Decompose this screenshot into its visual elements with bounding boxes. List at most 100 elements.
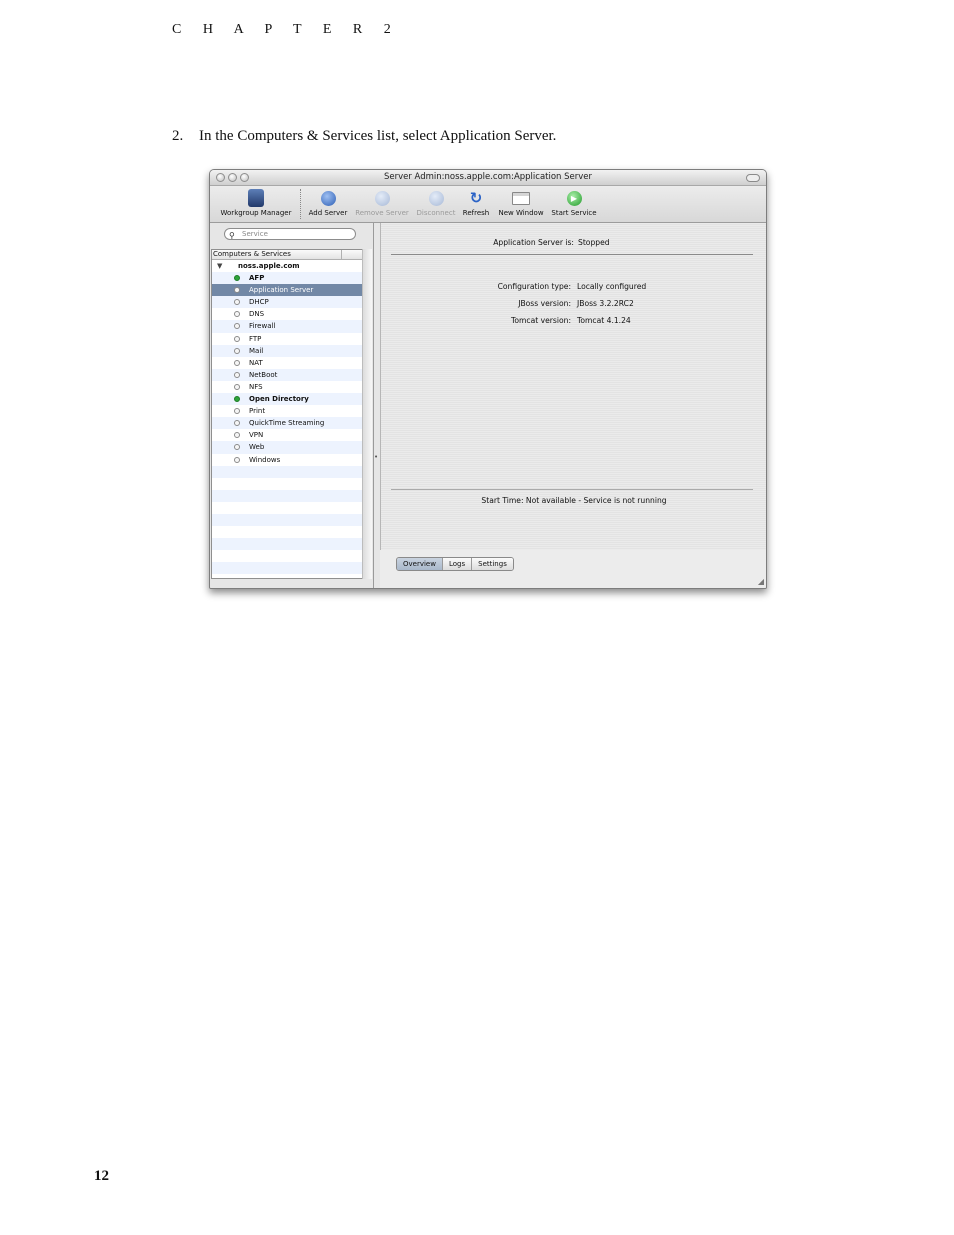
remove-server-icon [374,191,390,206]
list-item-open-directory[interactable]: Open Directory [212,393,362,406]
status-stopped-icon [234,420,240,427]
computers-services-list[interactable]: Computers & Services ▼ noss.apple.com AF… [211,249,363,579]
status-stopped-icon [234,287,240,294]
list-empty-row [212,562,362,575]
toolbar-separator [300,189,301,219]
divider [391,254,753,255]
status-stopped-icon [234,359,240,366]
workgroup-manager-button[interactable]: Workgroup Manager [216,189,296,217]
list-empty-row [212,513,362,527]
disclosure-triangle-icon[interactable]: ▼ [217,260,222,272]
chapter-heading: C H A P T E R 2 [172,22,400,37]
toolbar-label: New Window [498,209,544,217]
search-placeholder: Service [242,230,268,238]
list-item-vpn[interactable]: VPN [212,429,362,441]
start-time-label: Start Time: [481,496,524,505]
toolbar-label: Refresh [462,209,490,217]
toolbar-label: Workgroup Manager [220,209,292,217]
list-item-firewall[interactable]: Firewall [212,320,362,333]
step-number: 2. [172,128,184,144]
view-tabs: Overview Logs Settings [396,557,514,571]
sidebar: ⚲ Service Computers & Services ▼ noss.ap… [210,223,378,588]
resize-handle-icon[interactable]: ◢ [758,577,764,586]
tomcat-value: Tomcat 4.1.24 [577,316,631,325]
start-service-icon: ▶ [566,191,582,206]
service-search-input[interactable]: ⚲ Service [224,228,356,240]
start-time-row: Start Time: Not available - Service is n… [381,496,766,505]
list-item-nat[interactable]: NAT [212,357,362,369]
status-stopped-icon [234,371,240,378]
status-stopped-icon [234,335,240,342]
status-stopped-icon [234,299,240,306]
tab-bar: Overview Logs Settings ◢ [380,550,766,588]
search-icon: ⚲ [229,231,235,240]
list-item-ftp[interactable]: FTP [212,333,362,345]
split-view-grip-icon[interactable]: • [374,453,378,461]
start-service-button[interactable]: ▶ Start Service [549,189,599,217]
list-item-dns[interactable]: DNS [212,308,362,320]
tab-settings[interactable]: Settings [472,558,513,570]
tab-overview[interactable]: Overview [397,558,443,570]
list-empty-row [212,526,362,538]
jboss-label: JBoss version: [518,299,571,308]
toolbar: Workgroup Manager Add Server Remove Serv… [210,186,766,223]
add-server-button[interactable]: Add Server [306,189,350,217]
refresh-button[interactable]: ↻ Refresh [460,189,492,218]
list-header-label: Computers & Services [213,250,291,258]
list-empty-row [212,489,362,502]
host-label: noss.apple.com [238,262,300,270]
workgroup-manager-icon [248,189,264,207]
disconnect-icon [428,191,444,206]
status-label: Application Server is: [493,238,574,247]
list-item-nfs[interactable]: NFS [212,381,362,393]
new-window-icon [512,192,530,205]
status-running-icon [234,275,240,282]
new-window-button[interactable]: New Window [496,189,546,217]
status-stopped-icon [234,347,240,354]
toolbar-toggle-button[interactable] [746,174,760,182]
step-text: In the Computers & Services list, select… [199,128,557,144]
remove-server-button[interactable]: Remove Server [354,189,410,217]
status-stopped-icon [234,323,240,330]
list-item-host[interactable]: ▼ noss.apple.com [212,260,362,272]
list-empty-row [212,574,362,578]
title-bar[interactable]: Server Admin:noss.apple.com:Application … [210,170,766,186]
list-empty-row [212,550,362,562]
list-item-mail[interactable]: Mail [212,344,362,357]
page-number: 12 [94,1168,109,1184]
window-title: Server Admin:noss.apple.com:Application … [383,172,593,182]
list-column-header[interactable]: Computers & Services [212,250,362,260]
start-time-value: Not available - Service is not running [525,496,667,505]
list-item-print[interactable]: Print [212,405,362,417]
status-running-icon [234,396,240,403]
toolbar-label: Remove Server [355,209,409,217]
instruction-step: 2. In the Computers & Services list, sele… [172,128,556,145]
toolbar-label: Disconnect [416,209,456,217]
toolbar-label: Add Server [308,209,348,217]
add-server-icon [320,191,336,206]
config-label: Configuration type: [497,282,571,291]
disconnect-button[interactable]: Disconnect [414,189,458,217]
config-value: Locally configured [577,282,647,291]
list-item-dhcp[interactable]: DHCP [212,296,362,309]
list-item-netboot[interactable]: NetBoot [212,368,362,381]
list-item-windows[interactable]: Windows [212,454,362,466]
list-item-afp[interactable]: AFP [212,272,362,285]
status-stopped-icon [234,408,240,415]
jboss-value: JBoss 3.2.2RC2 [577,299,634,308]
list-empty-row [212,465,362,478]
list-scrollbar[interactable] [362,249,372,579]
tomcat-label: Tomcat version: [511,316,571,325]
tab-logs[interactable]: Logs [442,558,473,570]
divider [391,489,753,490]
list-item-application-server[interactable]: Application Server [212,284,362,297]
status-value: Stopped [578,238,610,247]
list-item-quicktime-streaming[interactable]: QuickTime Streaming [212,417,362,430]
list-empty-row [212,502,362,514]
status-stopped-icon [234,444,240,451]
list-item-web[interactable]: Web [212,441,362,454]
list-empty-row [212,478,362,490]
status-stopped-icon [234,383,240,390]
status-stopped-icon [234,311,240,318]
overview-pane: Application Server is: Stopped Configura… [380,223,766,550]
